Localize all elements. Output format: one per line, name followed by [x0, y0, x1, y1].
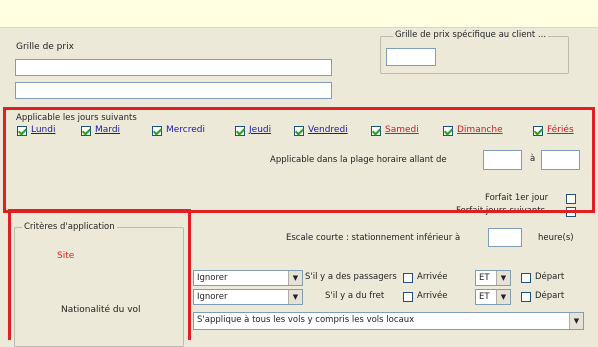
escale-label: Escale courte : stationnement inférieur …: [286, 233, 461, 243]
fret-arrivee-checkbox[interactable]: [403, 292, 413, 302]
checkbox-vendredi[interactable]: [294, 126, 304, 136]
passagers-mode-select[interactable]: Ignorer ▼: [193, 270, 303, 286]
criteres-nationalite-label: Nationalité du vol: [61, 305, 141, 315]
passagers-op-value: ET: [479, 273, 490, 283]
time-to-input[interactable]: [541, 150, 580, 170]
forfait-first-day-label: Forfait 1er jour: [485, 193, 549, 203]
fret-mode-value: Ignorer: [197, 292, 228, 302]
forfait-first-day-checkbox[interactable]: [566, 194, 576, 204]
day-dimanche-text: Dimanche: [457, 125, 503, 135]
passagers-arrivee-label: Arrivée: [417, 272, 448, 282]
day-label-vendredi: Vendredi: [308, 125, 348, 135]
criteres-site-label: Site: [57, 251, 75, 261]
time-from-input[interactable]: [483, 150, 522, 170]
top-info-strip: [0, 0, 598, 28]
applicable-title: Applicable les jours suivants: [16, 113, 137, 123]
grille-de-prix-label: Grille de prix: [16, 42, 74, 52]
checkbox-lundi[interactable]: [17, 126, 27, 136]
day-vendredi-text: Vendredi: [308, 125, 348, 135]
fret-depart-label: Départ: [535, 291, 565, 301]
chevron-down-icon: ▼: [288, 290, 302, 304]
day-feries-text: Fériés: [547, 125, 574, 135]
fret-depart-checkbox[interactable]: [521, 292, 531, 302]
day-label-dimanche: Dimanche: [457, 125, 503, 135]
passagers-arrivee-checkbox[interactable]: [403, 273, 413, 283]
day-label-mercredi: Mercredi: [166, 125, 205, 135]
time-to-label: à: [530, 154, 536, 164]
grille-de-prix-input-2[interactable]: [15, 82, 332, 99]
day-lundi-text: Lundi: [31, 125, 56, 135]
checkbox-mardi[interactable]: [81, 126, 91, 136]
passagers-depart-label: Départ: [535, 272, 565, 282]
checkbox-mercredi[interactable]: [152, 126, 162, 136]
passagers-mode-value: Ignorer: [197, 273, 228, 283]
fret-condition-label: S'il y a du fret: [325, 291, 385, 301]
day-label-jeudi: Jeudi: [249, 125, 271, 135]
criteres-title: Critères d'application: [22, 222, 117, 232]
passagers-condition-label: S'il y a des passagers: [305, 272, 397, 282]
fret-op-select[interactable]: ET ▼: [475, 289, 511, 305]
fret-op-value: ET: [479, 292, 490, 302]
day-label-mardi: Mardi: [95, 125, 120, 135]
forfait-next-days-checkbox[interactable]: [566, 207, 576, 217]
passagers-depart-checkbox[interactable]: [521, 273, 531, 283]
checkbox-jeudi[interactable]: [235, 126, 245, 136]
day-mercredi-text: Mercredi: [166, 125, 206, 135]
scope-select[interactable]: S'applique à tous les vols y compris les…: [193, 312, 584, 330]
day-jeudi-text: Jeudi: [249, 125, 272, 135]
checkbox-feries[interactable]: [533, 126, 543, 136]
day-label-lundi: Lundi: [31, 125, 55, 135]
time-range-label: Applicable dans la plage horaire allant …: [270, 155, 447, 165]
day-label-samedi: Samedi: [385, 125, 419, 135]
chevron-down-icon: ▼: [288, 271, 302, 285]
day-samedi-text: Samedi: [385, 125, 419, 135]
passagers-op-select[interactable]: ET ▼: [475, 270, 511, 286]
grille-specifique-label: Grille de prix spécifique au client ...: [393, 30, 549, 40]
grille-specifique-input[interactable]: [386, 48, 436, 66]
escale-hours-input[interactable]: [488, 228, 522, 247]
scope-select-value: S'applique à tous les vols y compris les…: [197, 315, 415, 325]
forfait-next-days-label: Forfait jours suivants: [456, 206, 546, 216]
grille-de-prix-input-1[interactable]: [15, 59, 332, 76]
checkbox-samedi[interactable]: [371, 126, 381, 136]
chevron-down-icon: ▼: [569, 313, 583, 329]
escale-unit-label: heure(s): [538, 233, 574, 243]
chevron-down-icon: ▼: [496, 271, 510, 285]
fret-mode-select[interactable]: Ignorer ▼: [193, 289, 303, 305]
chevron-down-icon: ▼: [496, 290, 510, 304]
day-mardi-text: Mardi: [95, 125, 121, 135]
day-label-feries: Fériés: [547, 125, 574, 135]
criteres-group: [14, 227, 184, 347]
fret-arrivee-label: Arrivée: [417, 291, 448, 301]
checkbox-dimanche[interactable]: [443, 126, 453, 136]
